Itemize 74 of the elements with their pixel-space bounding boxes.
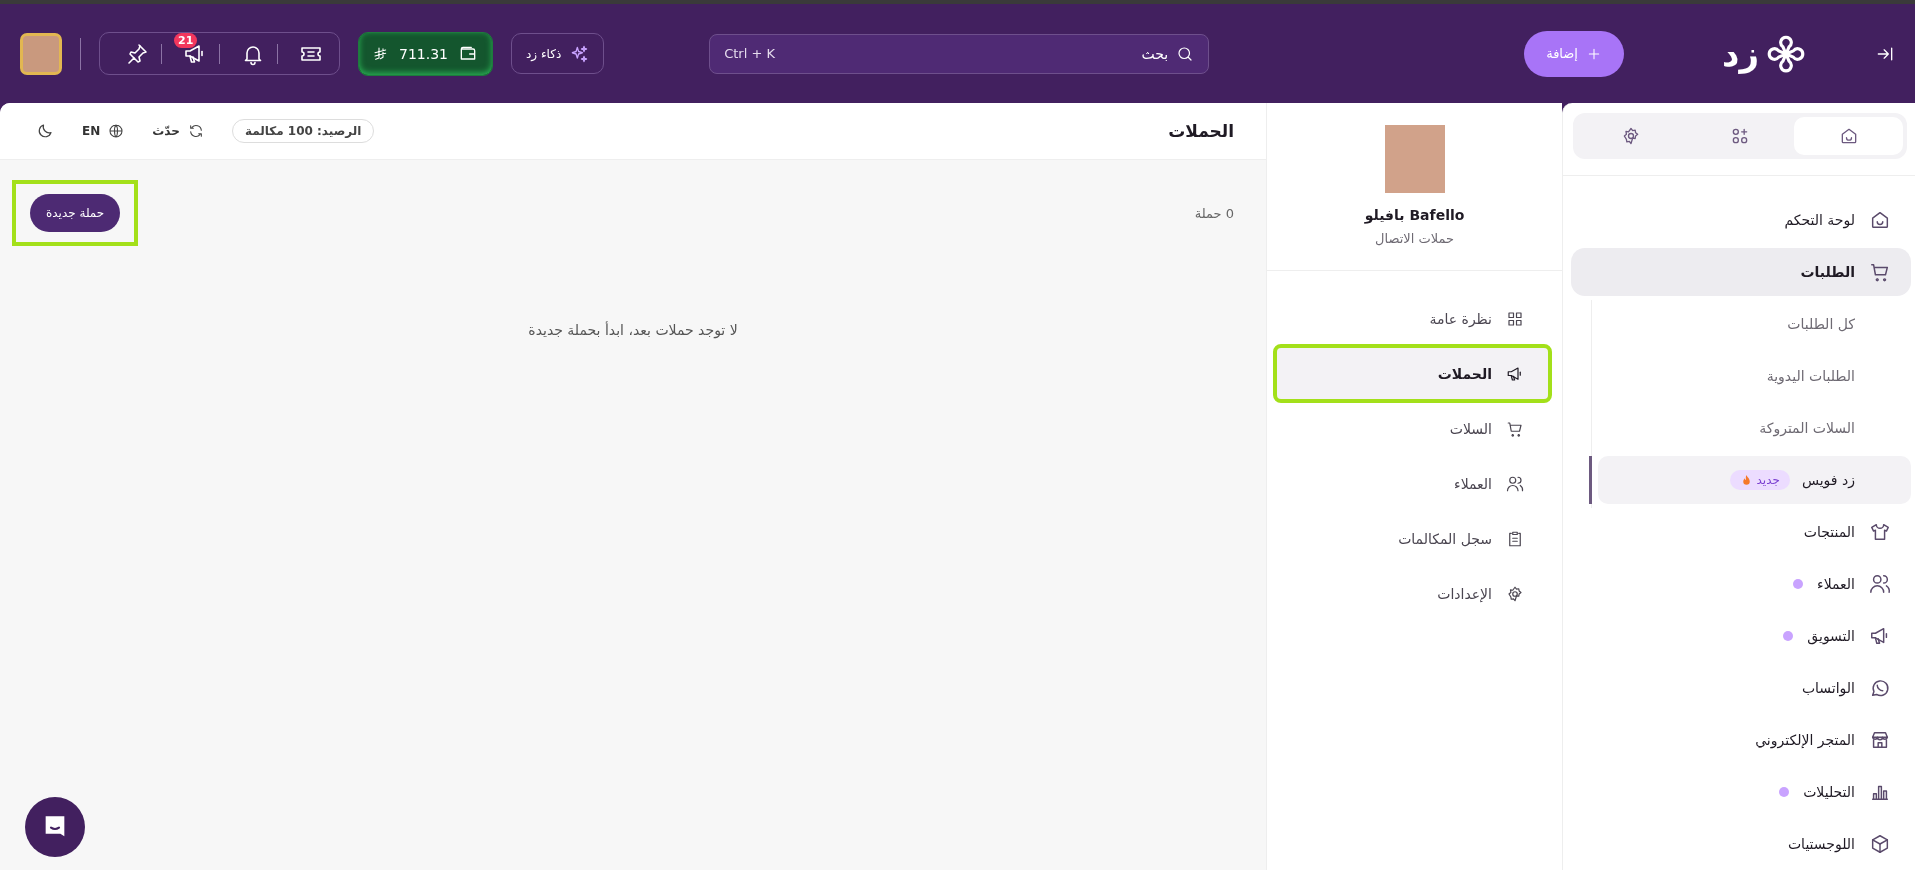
app-nav-label: العملاء	[1454, 475, 1492, 492]
clipboard-icon	[1506, 529, 1524, 548]
megaphone-button[interactable]: 21	[174, 32, 207, 66]
sidebar-item-label: لوحة التحكم	[1784, 212, 1855, 228]
sidebar-item-label: اللوجستيات	[1787, 836, 1855, 852]
sidebar-item[interactable]: التحليلات	[1571, 768, 1911, 816]
users-icon	[1869, 573, 1891, 595]
store-logo-placeholder	[1384, 125, 1445, 193]
sidebar-item[interactable]: المتجر الإلكتروني	[1571, 716, 1911, 764]
sidebar-item[interactable]: لوحة التحكم	[1571, 196, 1911, 244]
settings-icon	[1506, 584, 1524, 603]
store-logo-placeholder[interactable]	[20, 32, 62, 75]
sidebar-item[interactable]: العملاء	[1571, 560, 1911, 608]
sidebar-item[interactable]: المنتجات	[1571, 508, 1911, 556]
sidebar-item-label: الواتساب	[1801, 680, 1855, 696]
sidebar-subitem[interactable]: السلات المتروكة	[1598, 404, 1911, 452]
moon-icon[interactable]	[36, 122, 54, 140]
app-nav-label: السلات	[1449, 420, 1492, 437]
notification-count-badge: 21	[174, 32, 198, 48]
shirt-icon	[1869, 521, 1891, 543]
cube-icon	[1869, 833, 1891, 855]
shortcut-hint: Ctrl + K	[724, 46, 775, 61]
sidebar-subitem-label: الطلبات اليدوية	[1766, 368, 1855, 384]
globe-icon	[108, 123, 125, 139]
app-nav-item[interactable]: نظرة عامة	[1277, 293, 1548, 344]
app-nav-label: الإعدادات	[1437, 585, 1492, 602]
currency-icon	[373, 45, 389, 62]
sidebar-item-label: المتجر الإلكتروني	[1755, 732, 1855, 748]
app-nav-item[interactable]: العملاء	[1277, 458, 1548, 509]
logo-text: زد	[1721, 33, 1759, 74]
app-nav-label: سجل المكالمات	[1398, 530, 1492, 547]
sidebar-item[interactable]: الطلبات	[1571, 248, 1911, 296]
app-nav-label: الحملات	[1437, 365, 1492, 382]
sidebar-item-label: المنتجات	[1803, 524, 1855, 540]
sidebar-subitem-label: زد فويس	[1801, 472, 1855, 488]
cart-icon	[1506, 419, 1524, 438]
store-name: Bafello بافيلو	[1364, 207, 1465, 223]
sidebar-subitem[interactable]: الطلبات اليدوية	[1598, 352, 1911, 400]
users-icon	[1506, 474, 1524, 493]
sidebar-subitem[interactable]: كل الطلبات	[1598, 300, 1911, 348]
language-button[interactable]: EN	[82, 123, 125, 139]
app-nav-label: نظرة عامة	[1429, 310, 1492, 327]
pin-icon	[125, 41, 149, 66]
app-nav-item[interactable]: الإعدادات	[1277, 568, 1548, 619]
app-nav-item[interactable]: السلات	[1277, 403, 1548, 454]
store-icon	[1869, 729, 1891, 751]
sparkles-icon	[569, 43, 590, 64]
sidebar-item-label: التحليلات	[1803, 784, 1855, 800]
sidebar-item[interactable]: الواتساب	[1571, 664, 1911, 712]
app-nav-item[interactable]: سجل المكالمات	[1277, 513, 1548, 564]
wallet-balance-button[interactable]: 711.31	[358, 31, 493, 76]
sidebar-subitem-label: السلات المتروكة	[1759, 420, 1855, 436]
app-subtitle: حملات الاتصال	[1375, 231, 1454, 246]
sidebar-item[interactable]: اللوجستيات	[1571, 820, 1911, 868]
home-icon	[1869, 209, 1891, 231]
new-badge-label: جديد	[1756, 473, 1780, 487]
sidebar-item-label: العملاء	[1817, 576, 1855, 592]
new-campaign-button[interactable]: حملة جديدة	[30, 194, 121, 232]
campaign-count: 0 حملة	[1194, 205, 1234, 221]
sidebar-item[interactable]: التسويق	[1571, 612, 1911, 660]
chat-launcher-button[interactable]	[25, 797, 85, 857]
cart-icon	[1869, 261, 1891, 283]
sidebar-item-label: التسويق	[1807, 628, 1855, 644]
page-title: الحملات	[1168, 121, 1234, 141]
search-input[interactable]: بحث	[781, 44, 1171, 63]
sidebar-item-label: الطلبات	[1800, 264, 1855, 280]
refresh-icon	[187, 123, 204, 139]
grid-icon	[1506, 309, 1524, 328]
sidebar-subitem-label: كل الطلبات	[1787, 316, 1855, 332]
apps-plus-icon	[1730, 126, 1750, 146]
empty-state-message: لا توجد حملات بعد، ابدأ بحملة جديدة	[527, 322, 739, 338]
ai-button[interactable]: ذكاء زد	[511, 33, 605, 74]
refresh-button[interactable]: حدّث	[152, 123, 204, 139]
chat-bubble-phone-icon	[1869, 677, 1891, 699]
